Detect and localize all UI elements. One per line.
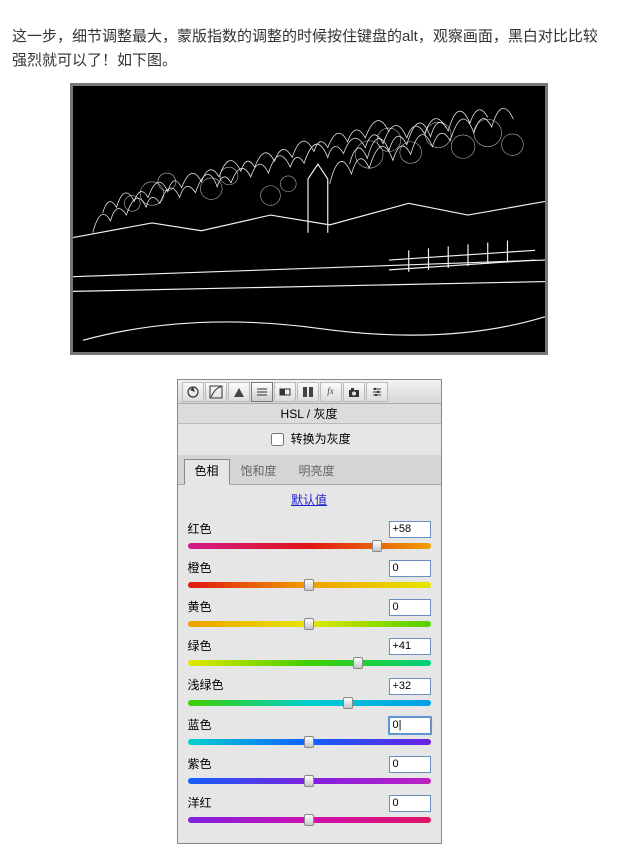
slider-value-purple[interactable]: 0 bbox=[389, 756, 431, 773]
fx-icon[interactable]: fx bbox=[320, 382, 342, 402]
slider-value-yellow[interactable]: 0 bbox=[389, 599, 431, 616]
panel-title: HSL / 灰度 bbox=[178, 404, 441, 424]
tab-hue[interactable]: 色相 bbox=[184, 459, 230, 484]
convert-grayscale-checkbox[interactable] bbox=[271, 433, 284, 446]
convert-grayscale-label[interactable]: 转换为灰度 bbox=[267, 432, 350, 446]
slider-track-aqua[interactable] bbox=[188, 700, 431, 706]
tab-saturation[interactable]: 饱和度 bbox=[230, 459, 288, 484]
slider-value-aqua[interactable]: +32 bbox=[389, 678, 431, 695]
intro-text: 这一步，细节调整最大，蒙版指数的调整的时候按住键盘的alt，观察画面，黑白对比比… bbox=[12, 25, 606, 73]
slider-label-orange: 橙色 bbox=[188, 559, 212, 578]
slider-track-green[interactable] bbox=[188, 660, 431, 666]
slider-value-red[interactable]: +58 bbox=[389, 521, 431, 538]
hsl-panel: fx HSL / 灰度 转换为灰度 色相 饱和度 明亮度 默认值 红色 +58 橙色… bbox=[177, 379, 442, 844]
slider-track-red[interactable] bbox=[188, 543, 431, 549]
sliders-container: 红色 +58 橙色 0 黄色 0 绿色 +41 浅绿色 +32 蓝色 0| 紫色 0 洋红 0 bbox=[178, 520, 441, 844]
camera-icon[interactable] bbox=[343, 382, 365, 402]
tab-luminance[interactable]: 明亮度 bbox=[288, 459, 346, 484]
slider-thumb-red[interactable] bbox=[372, 540, 382, 552]
slider-thumb-yellow[interactable] bbox=[304, 618, 314, 630]
slider-row-green: 绿色 +41 bbox=[188, 637, 431, 666]
slider-label-yellow: 黄色 bbox=[188, 598, 212, 617]
presets-icon[interactable] bbox=[366, 382, 388, 402]
slider-value-magenta[interactable]: 0 bbox=[389, 795, 431, 812]
lens-icon[interactable] bbox=[297, 382, 319, 402]
slider-value-blue[interactable]: 0| bbox=[389, 717, 431, 734]
detail-icon[interactable] bbox=[228, 382, 250, 402]
slider-thumb-orange[interactable] bbox=[304, 579, 314, 591]
slider-row-blue: 蓝色 0| bbox=[188, 716, 431, 745]
slider-row-purple: 紫色 0 bbox=[188, 755, 431, 784]
panel-toolbar: fx bbox=[178, 380, 441, 404]
slider-row-orange: 橙色 0 bbox=[188, 559, 431, 588]
slider-label-purple: 紫色 bbox=[188, 755, 212, 774]
slider-value-green[interactable]: +41 bbox=[389, 638, 431, 655]
slider-label-green: 绿色 bbox=[188, 637, 212, 656]
default-values-link[interactable]: 默认值 bbox=[291, 493, 327, 507]
slider-track-magenta[interactable] bbox=[188, 817, 431, 823]
slider-row-yellow: 黄色 0 bbox=[188, 598, 431, 627]
slider-label-red: 红色 bbox=[188, 520, 212, 539]
slider-thumb-blue[interactable] bbox=[304, 736, 314, 748]
slider-row-aqua: 浅绿色 +32 bbox=[188, 676, 431, 705]
slider-label-blue: 蓝色 bbox=[188, 716, 212, 735]
tone-curve-icon[interactable] bbox=[205, 382, 227, 402]
edge-detection-image bbox=[70, 83, 548, 355]
slider-track-orange[interactable] bbox=[188, 582, 431, 588]
split-tone-icon[interactable] bbox=[274, 382, 296, 402]
slider-thumb-magenta[interactable] bbox=[304, 814, 314, 826]
slider-thumb-purple[interactable] bbox=[304, 775, 314, 787]
slider-label-magenta: 洋红 bbox=[188, 794, 212, 813]
hsl-icon[interactable] bbox=[251, 382, 273, 402]
slider-value-orange[interactable]: 0 bbox=[389, 560, 431, 577]
slider-thumb-green[interactable] bbox=[353, 657, 363, 669]
hsl-tabs: 色相 饱和度 明亮度 bbox=[178, 455, 441, 484]
slider-track-blue[interactable] bbox=[188, 739, 431, 745]
slider-row-red: 红色 +58 bbox=[188, 520, 431, 549]
slider-label-aqua: 浅绿色 bbox=[188, 676, 224, 695]
aperture-icon[interactable] bbox=[182, 382, 204, 402]
slider-track-purple[interactable] bbox=[188, 778, 431, 784]
slider-thumb-aqua[interactable] bbox=[343, 697, 353, 709]
slider-track-yellow[interactable] bbox=[188, 621, 431, 627]
slider-row-magenta: 洋红 0 bbox=[188, 794, 431, 823]
